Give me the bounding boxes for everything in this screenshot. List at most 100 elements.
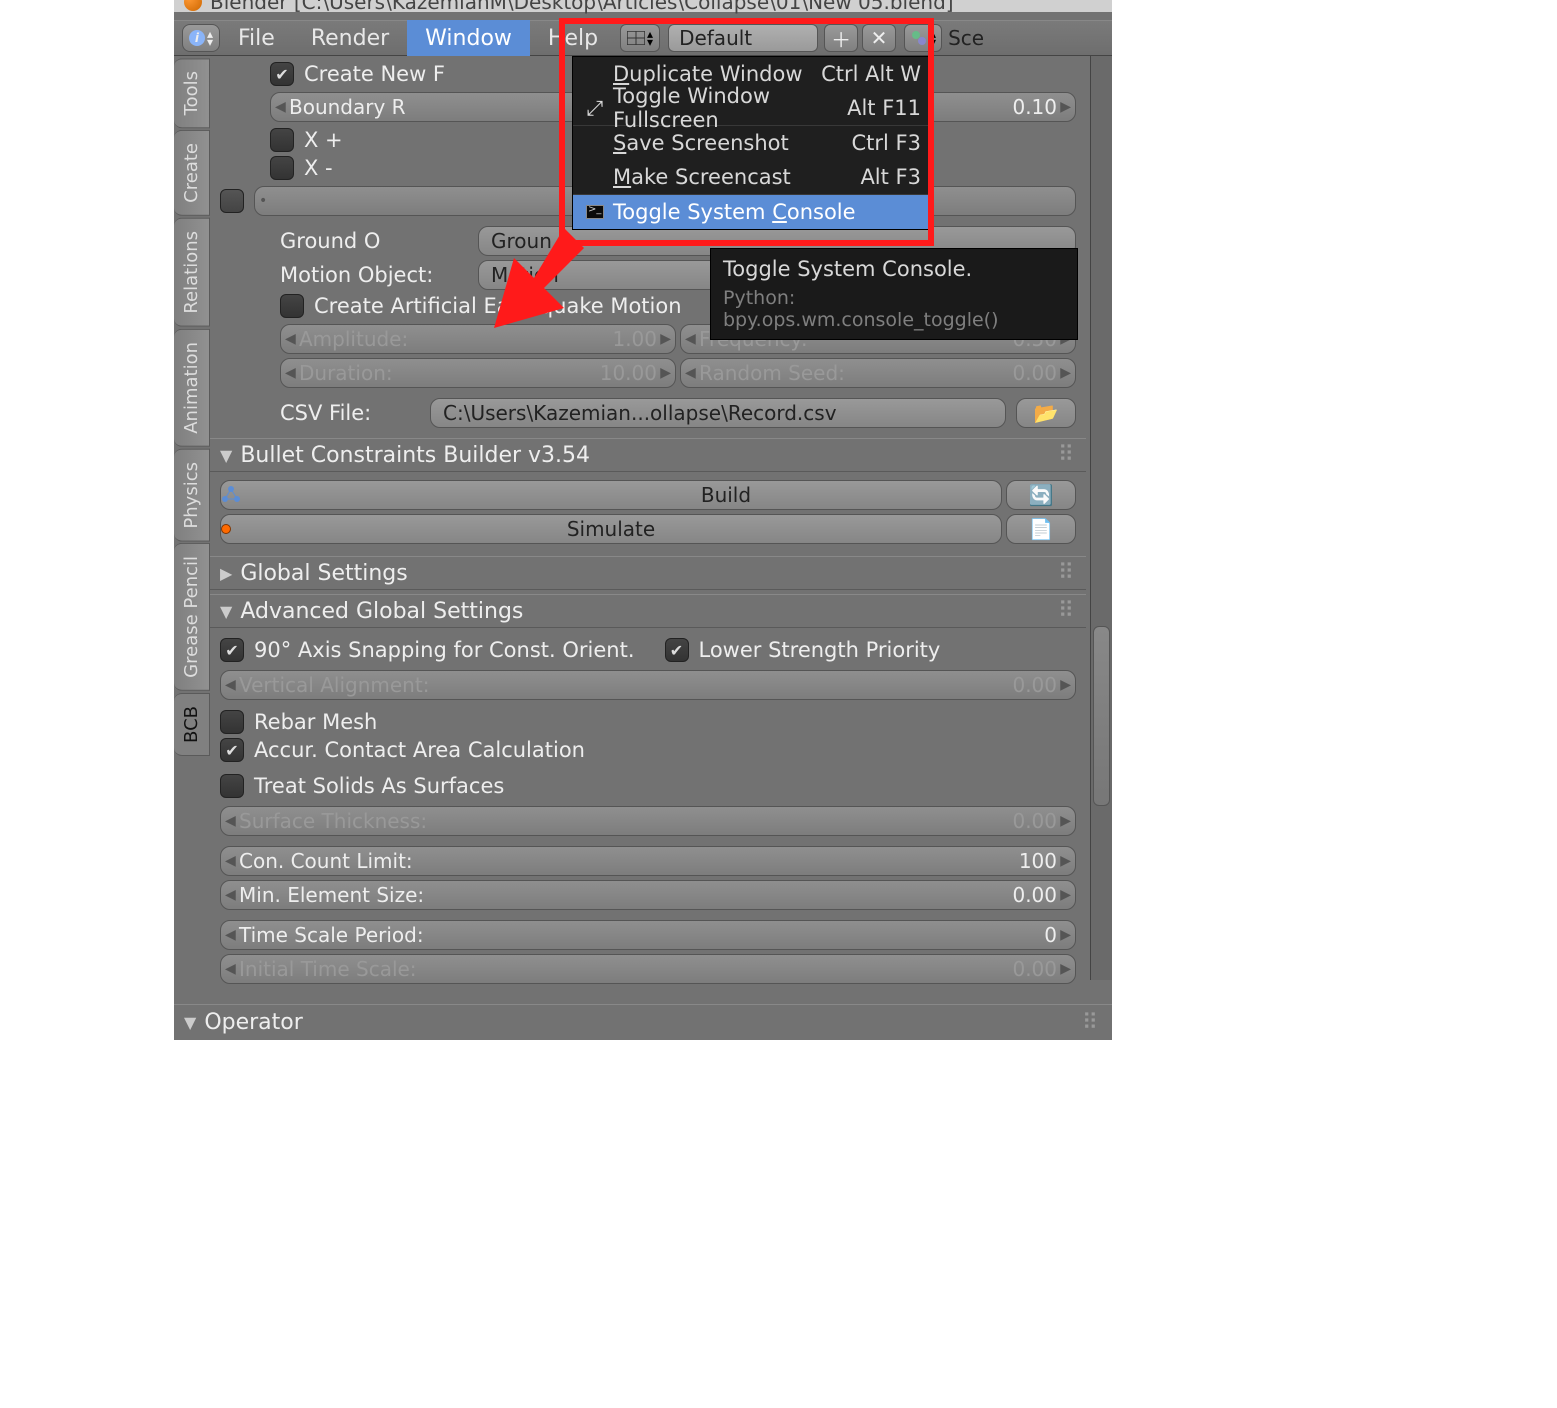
menu-file[interactable]: File [220, 20, 293, 56]
dup-rest: uplicate Window [629, 62, 802, 86]
triangle-down-icon: ▼ [220, 446, 232, 465]
grip-icon: ⠿ [1082, 1010, 1100, 1035]
chevron-right-icon: ▶ [1060, 853, 1071, 869]
advanced-settings-header[interactable]: ▼ Advanced Global Settings ⠿ [210, 594, 1086, 628]
window-title: Blender [C:\Users\KazemianM\Desktop\Arti… [210, 0, 954, 14]
init-time-field[interactable]: ◀Initial Time Scale:0.00▶ [220, 954, 1076, 984]
axis-snap-label: 90° Axis Snapping for Const. Orient. [254, 638, 635, 662]
shortcut: Alt F3 [860, 165, 921, 189]
artificial-eq-checkbox[interactable] [280, 294, 304, 318]
menu-help[interactable]: Help [530, 20, 616, 56]
con-count-value: 100 [1019, 849, 1057, 873]
rebar-mesh-checkbox[interactable] [220, 710, 244, 734]
min-elem-value: 0.00 [1012, 883, 1057, 907]
xminus-checkbox[interactable] [270, 156, 294, 180]
global-settings-header[interactable]: ▶ Global Settings ⠿ [210, 556, 1086, 590]
amplitude-field[interactable]: ◀Amplitude:1.00▶ [280, 324, 676, 354]
csv-browse-button[interactable]: 📂 [1016, 398, 1076, 428]
menu-item-toggle-fullscreen[interactable]: ⤢ Toggle Window Fullscreen Alt F11 [573, 91, 933, 125]
triangle-down-icon: ▼ [220, 602, 232, 621]
treat-solids-checkbox[interactable] [220, 774, 244, 798]
scrollbar-thumb[interactable] [1093, 626, 1110, 806]
editor-type-selector[interactable]: i ▴▾ [182, 24, 220, 52]
folder-open-icon: 📂 [1034, 401, 1059, 425]
new-file-button[interactable]: 📄 [1006, 514, 1076, 544]
lower-strength-checkbox[interactable]: ✔ [665, 638, 689, 662]
surface-thickness-label: Surface Thickness: [239, 809, 1012, 833]
left-tab-tools[interactable]: Tools [174, 58, 210, 128]
triangle-right-icon: ▶ [220, 564, 232, 583]
amplitude-value: 1.00 [612, 327, 657, 351]
left-tab-physics[interactable]: Physics [174, 449, 210, 542]
left-tab-dock: Tools Create Relations Animation Physics… [174, 56, 210, 1040]
axis-snap-checkbox[interactable]: ✔ [220, 638, 244, 662]
vertical-alignment-value: 0.00 [1012, 673, 1057, 697]
create-new-label: Create New F [304, 62, 445, 86]
simulate-button[interactable]: Simulate [220, 514, 1002, 544]
surface-thickness-value: 0.00 [1012, 809, 1057, 833]
xplus-checkbox[interactable] [270, 128, 294, 152]
screen-layout-browse[interactable]: ▴▾ [620, 24, 660, 52]
screen-layout-name[interactable]: Default [668, 24, 818, 52]
new-file-icon: 📄 [1029, 517, 1054, 541]
operator-panel-header[interactable]: ▼ Operator ⠿ [174, 1004, 1112, 1040]
terminal-icon [585, 205, 605, 219]
menu-item-make-screencast[interactable]: Make Screencast Alt F3 [573, 160, 933, 194]
triangle-down-icon: ▼ [184, 1013, 196, 1032]
duration-value: 10.00 [600, 361, 657, 385]
surface-thickness-field[interactable]: ◀Surface Thickness:0.00▶ [220, 806, 1076, 836]
boundary-value: 0.10 [1012, 95, 1057, 119]
duration-label: Duration: [299, 361, 600, 385]
vertical-alignment-label: Vertical Alignment: [239, 673, 1012, 697]
menu-window[interactable]: Window [407, 20, 530, 56]
chevron-right-icon: ▶ [660, 331, 671, 347]
chevron-left-icon: ◀ [285, 331, 296, 347]
menu-render[interactable]: Render [293, 20, 407, 56]
operator-label: Operator [204, 1010, 302, 1035]
chevron-right-icon: ▶ [1060, 927, 1071, 943]
duration-field[interactable]: ◀Duration:10.00▶ [280, 358, 676, 388]
build-button[interactable]: Build [220, 480, 1002, 510]
time-scale-field[interactable]: ◀Time Scale Period:0▶ [220, 920, 1076, 950]
layout-name-text: Default [679, 26, 752, 50]
menu-item-toggle-console[interactable]: Toggle System Console [573, 195, 933, 229]
treat-solids-label: Treat Solids As Surfaces [254, 774, 504, 798]
vertical-alignment-field[interactable]: ◀Vertical Alignment:0.00▶ [220, 670, 1076, 700]
section-enable-checkbox[interactable] [220, 189, 244, 213]
menu-item-save-screenshot[interactable]: Save Screenshot Ctrl F3 [573, 126, 933, 160]
lower-strength-label: Lower Strength Priority [699, 638, 941, 662]
chevron-left-icon: ◀ [225, 887, 236, 903]
grip-icon: ⠿ [1058, 561, 1076, 586]
accur-contact-checkbox[interactable]: ✔ [220, 738, 244, 762]
delete-layout-button[interactable]: ✕ [862, 24, 896, 52]
left-tab-grease-pencil[interactable]: Grease Pencil [174, 543, 210, 691]
grip-icon: ⠿ [1058, 599, 1076, 624]
init-time-value: 0.00 [1012, 957, 1057, 981]
csv-file-path-input[interactable]: C:\Users\Kazemian...ollapse\Record.csv [430, 398, 1006, 428]
min-elem-field[interactable]: ◀Min. Element Size:0.00▶ [220, 880, 1076, 910]
refresh-icon: 🔄 [1029, 483, 1054, 507]
bcb-panel-header[interactable]: ▼ Bullet Constraints Builder v3.54 ⠿ [210, 438, 1086, 472]
create-new-checkbox[interactable]: ✔ [270, 62, 294, 86]
con-count-field[interactable]: ◀Con. Count Limit:100▶ [220, 846, 1076, 876]
left-tab-create[interactable]: Create [174, 130, 210, 216]
chevron-left-icon: ◀ [225, 927, 236, 943]
add-layout-button[interactable]: ＋ [824, 24, 858, 52]
left-tab-bcb[interactable]: BCB [174, 693, 210, 756]
shortcut: Ctrl Alt W [821, 62, 921, 86]
left-tab-relations[interactable]: Relations [174, 218, 210, 327]
refresh-button[interactable]: 🔄 [1006, 480, 1076, 510]
chevron-left-icon: ◀ [685, 331, 696, 347]
scene-browse-button[interactable]: ▴▾ [904, 24, 942, 52]
seed-value: 0.00 [1012, 361, 1057, 385]
time-scale-value: 0 [1044, 923, 1057, 947]
ground-object-value: Groun [491, 229, 552, 253]
global-settings-text: Global Settings [240, 561, 407, 586]
left-tab-animation[interactable]: Animation [174, 329, 210, 447]
amplitude-label: Amplitude: [299, 327, 612, 351]
panel-scrollbar[interactable] [1090, 56, 1112, 980]
simulate-label: Simulate [567, 517, 655, 541]
random-seed-field[interactable]: ◀Random Seed:0.00▶ [680, 358, 1076, 388]
csv-file-label: CSV File: [280, 401, 420, 425]
record-dot-icon [221, 524, 231, 534]
